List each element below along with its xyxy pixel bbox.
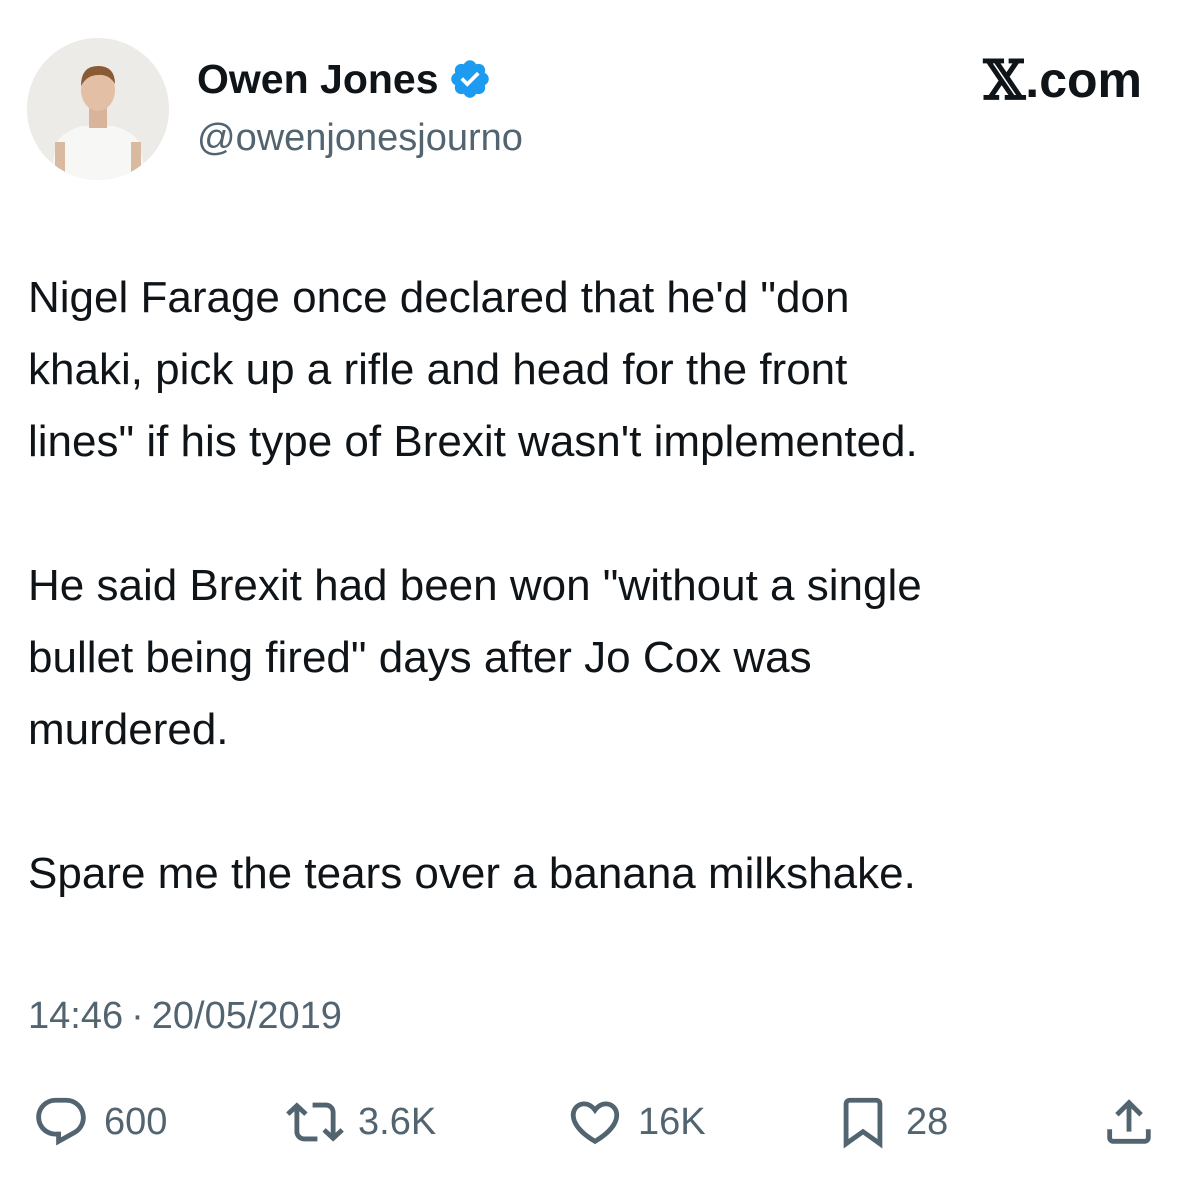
tweet-line: Nigel Farage once declared that he'd "do… bbox=[28, 273, 850, 322]
x-logo-icon: 𝕏 bbox=[983, 48, 1026, 112]
tweet-line: He said Brexit had been won "without a s… bbox=[28, 561, 922, 610]
tweet-line: Spare me the tears over a banana milksha… bbox=[28, 849, 916, 898]
reply-button[interactable]: 600 bbox=[32, 1090, 167, 1154]
share-button[interactable] bbox=[1100, 1090, 1158, 1154]
tweet-line: lines" if his type of Brexit wasn't impl… bbox=[28, 417, 918, 466]
repost-count: 3.6K bbox=[358, 1100, 437, 1143]
x-com-logo: 𝕏 .com bbox=[983, 50, 1142, 110]
tweet-timestamp[interactable]: 14:46 · 20/05/2019 bbox=[28, 991, 342, 1041]
tweet-line: murdered. bbox=[28, 705, 229, 754]
avatar-photo bbox=[27, 38, 169, 180]
avatar[interactable] bbox=[27, 38, 169, 180]
tweet-time: 14:46 bbox=[28, 995, 124, 1037]
verified-badge-icon bbox=[450, 60, 489, 98]
timestamp-separator: · bbox=[131, 995, 144, 1037]
author-name-text: Owen Jones bbox=[197, 56, 439, 102]
repost-arrows-icon bbox=[286, 1102, 344, 1142]
speech-bubble-icon bbox=[36, 1097, 86, 1146]
reply-count: 600 bbox=[104, 1100, 168, 1143]
brand-domain-suffix: .com bbox=[1025, 52, 1142, 108]
like-count: 16K bbox=[638, 1100, 706, 1143]
author-display-name[interactable]: Owen Jones bbox=[197, 55, 492, 103]
tweet-line: khaki, pick up a rifle and head for the … bbox=[28, 345, 848, 394]
bookmark-count: 28 bbox=[906, 1100, 949, 1143]
bookmark-icon bbox=[843, 1097, 883, 1149]
bookmark-button[interactable]: 28 bbox=[834, 1090, 948, 1154]
tweet-line: bullet being fired" days after Jo Cox wa… bbox=[28, 633, 812, 682]
author-handle[interactable]: @owenjonesjourno bbox=[197, 115, 523, 161]
heart-icon bbox=[570, 1101, 620, 1145]
repost-button[interactable]: 3.6K bbox=[286, 1090, 436, 1154]
share-upload-icon bbox=[1107, 1099, 1151, 1144]
like-button[interactable]: 16K bbox=[566, 1090, 706, 1154]
tweet-date: 20/05/2019 bbox=[151, 995, 342, 1037]
tweet-text: Nigel Farage once declared that he'd "do… bbox=[28, 262, 1168, 910]
